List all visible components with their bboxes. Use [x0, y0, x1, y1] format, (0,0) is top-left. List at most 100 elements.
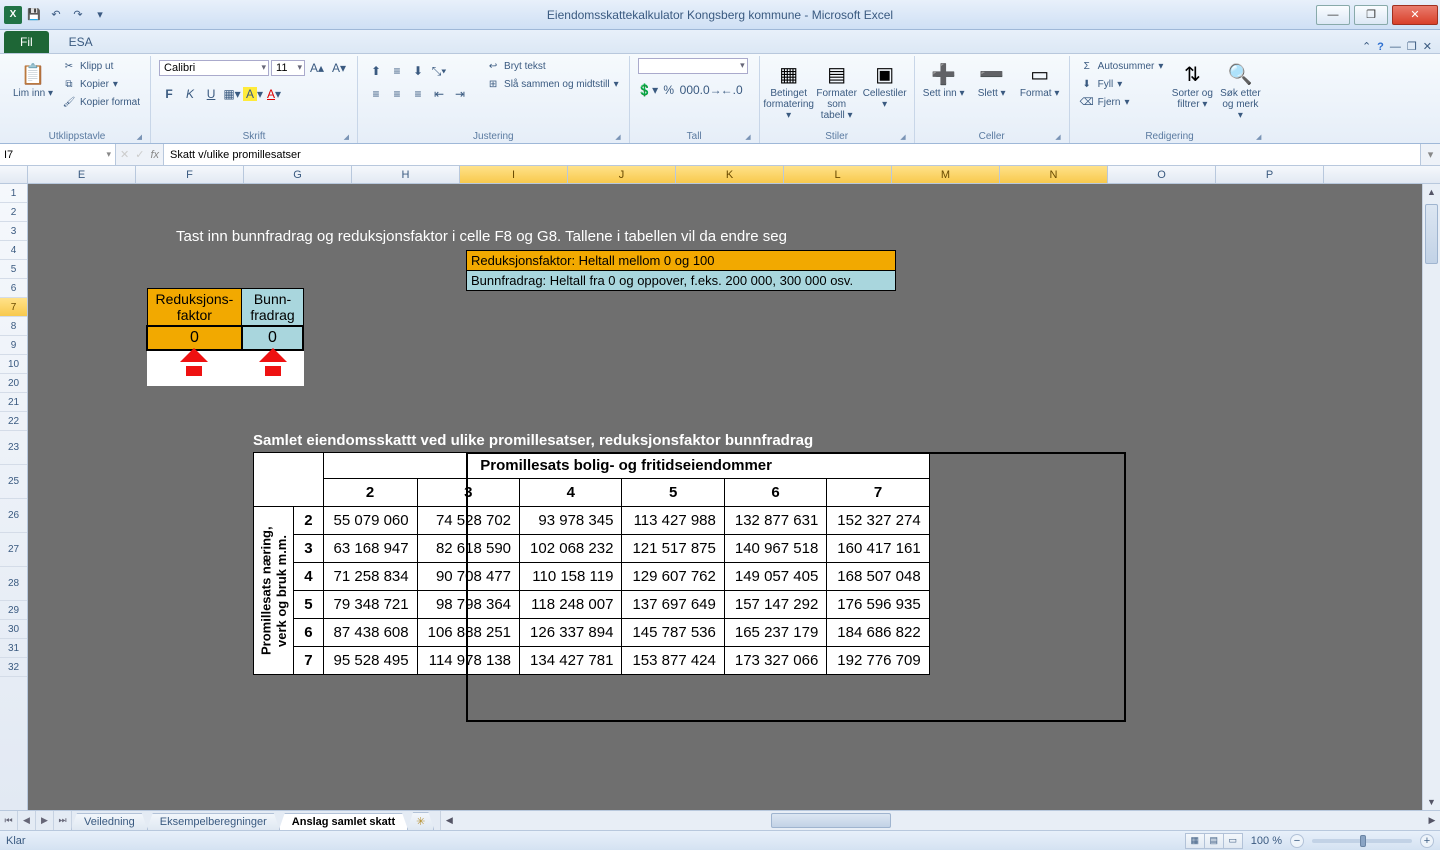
zoom-level[interactable]: 100 %: [1251, 835, 1282, 847]
tab-next-icon[interactable]: ▶: [36, 811, 54, 830]
shrink-font-button[interactable]: A▾: [329, 58, 349, 78]
paste-button[interactable]: 📋 Lim inn ▾: [12, 58, 54, 99]
font-size-combo[interactable]: 11: [271, 60, 305, 76]
scroll-thumb[interactable]: [771, 813, 891, 828]
comma-format-button[interactable]: 000: [680, 80, 700, 100]
sheet-tab-veiledning[interactable]: Veiledning: [71, 813, 148, 830]
font-color-button[interactable]: A▾: [264, 84, 284, 104]
enter-formula-icon[interactable]: ✓: [135, 148, 144, 161]
format-cells-button[interactable]: ▭Format ▾: [1019, 58, 1061, 99]
workbook-close-icon[interactable]: ✕: [1423, 40, 1432, 53]
row-header-2[interactable]: 2: [0, 203, 27, 222]
delete-cells-button[interactable]: ➖Slett ▾: [971, 58, 1013, 99]
workbook-minimize-icon[interactable]: —: [1390, 41, 1401, 53]
indent-increase-button[interactable]: ⇥: [450, 84, 470, 104]
qat-customize-icon[interactable]: ▾: [90, 5, 110, 25]
row-header-3[interactable]: 3: [0, 222, 27, 241]
row-header-6[interactable]: 6: [0, 279, 27, 298]
row-header-21[interactable]: 21: [0, 393, 27, 412]
row-header-32[interactable]: 32: [0, 658, 27, 677]
minimize-button[interactable]: —: [1316, 5, 1350, 25]
column-header-O[interactable]: O: [1108, 166, 1216, 183]
tab-esa[interactable]: ESA: [55, 31, 147, 53]
column-header-M[interactable]: M: [892, 166, 1000, 183]
vertical-scrollbar[interactable]: ▲ ▼: [1422, 184, 1440, 810]
zoom-slider[interactable]: [1312, 839, 1412, 843]
row-header-5[interactable]: 5: [0, 260, 27, 279]
new-sheet-button[interactable]: ✳: [407, 812, 434, 830]
orientation-button[interactable]: ⤡▾: [429, 61, 449, 81]
workbook-restore-icon[interactable]: ❐: [1407, 40, 1417, 53]
tab-first-icon[interactable]: ⏮: [0, 811, 18, 830]
column-header-G[interactable]: G: [244, 166, 352, 183]
merge-center-button[interactable]: ⊞Slå sammen og midtstill ▾: [484, 76, 621, 92]
ribbon-minimize-icon[interactable]: ⌃: [1362, 40, 1371, 53]
column-header-L[interactable]: L: [784, 166, 892, 183]
qat-redo-icon[interactable]: ↷: [68, 5, 88, 25]
row-header-22[interactable]: 22: [0, 412, 27, 431]
row-header-27[interactable]: 27: [0, 533, 27, 567]
tab-last-icon[interactable]: ⏭: [54, 811, 72, 830]
row-header-4[interactable]: 4: [0, 241, 27, 260]
page-layout-view-button[interactable]: ▤: [1204, 833, 1224, 849]
align-right-button[interactable]: ≡: [408, 84, 428, 104]
zoom-in-button[interactable]: +: [1420, 834, 1434, 848]
border-button[interactable]: ▦▾: [222, 84, 242, 104]
page-break-view-button[interactable]: ▭: [1223, 833, 1243, 849]
indent-decrease-button[interactable]: ⇤: [429, 84, 449, 104]
column-header-K[interactable]: K: [676, 166, 784, 183]
column-header-J[interactable]: J: [568, 166, 676, 183]
fx-icon[interactable]: fx: [150, 149, 159, 161]
horizontal-scrollbar[interactable]: ◀ ▶: [440, 811, 1440, 830]
find-select-button[interactable]: 🔍Søk etter og merk ▾: [1219, 58, 1261, 121]
accounting-format-button[interactable]: 💲▾: [638, 80, 658, 100]
align-bottom-button[interactable]: ⬇: [408, 61, 428, 81]
sheet-canvas[interactable]: Tast inn bunnfradrag og reduksjonsfaktor…: [28, 184, 1422, 810]
normal-view-button[interactable]: ▦: [1185, 833, 1205, 849]
cell-f8-reduksjonsfaktor[interactable]: 0: [147, 326, 242, 350]
percent-format-button[interactable]: %: [659, 80, 679, 100]
scroll-left-icon[interactable]: ◀: [441, 811, 457, 830]
italic-button[interactable]: K: [180, 84, 200, 104]
align-middle-button[interactable]: ≡: [387, 61, 407, 81]
qat-save-icon[interactable]: 💾: [24, 5, 44, 25]
row-header-23[interactable]: 23: [0, 431, 27, 465]
row-header-7[interactable]: 7: [0, 298, 27, 317]
column-header-E[interactable]: E: [28, 166, 136, 183]
column-header-F[interactable]: F: [136, 166, 244, 183]
help-icon[interactable]: ?: [1377, 41, 1384, 53]
grow-font-button[interactable]: A▴: [307, 58, 327, 78]
row-header-9[interactable]: 9: [0, 336, 27, 355]
column-header-P[interactable]: P: [1216, 166, 1324, 183]
scroll-down-icon[interactable]: ▼: [1423, 794, 1440, 810]
row-header-26[interactable]: 26: [0, 499, 27, 533]
font-name-combo[interactable]: Calibri: [159, 60, 269, 76]
row-header-25[interactable]: 25: [0, 465, 27, 499]
sheet-tab-anslag-samlet-skatt[interactable]: Anslag samlet skatt: [279, 813, 408, 830]
insert-cells-button[interactable]: ➕Sett inn ▾: [923, 58, 965, 99]
scroll-right-icon[interactable]: ▶: [1424, 811, 1440, 830]
format-painter-button[interactable]: 🖌Kopier format: [60, 94, 142, 110]
formula-input[interactable]: Skatt v/ulike promillesatser: [164, 144, 1420, 165]
scroll-thumb[interactable]: [1425, 204, 1438, 264]
copy-button[interactable]: ⧉Kopier ▾: [60, 76, 142, 92]
row-header-1[interactable]: 1: [0, 184, 27, 203]
expand-formula-bar-icon[interactable]: ▾: [1420, 144, 1440, 165]
row-header-20[interactable]: 20: [0, 374, 27, 393]
format-as-table-button[interactable]: ▤Formater som tabell ▾: [816, 58, 858, 121]
row-header-8[interactable]: 8: [0, 317, 27, 336]
tab-file[interactable]: Fil: [4, 31, 49, 53]
conditional-formatting-button[interactable]: ▦Betinget formatering ▾: [768, 58, 810, 121]
fill-color-button[interactable]: A▾: [243, 84, 263, 104]
increase-decimal-button[interactable]: .0→: [701, 80, 721, 100]
sort-filter-button[interactable]: ⇅Sorter og filtrer ▾: [1171, 58, 1213, 110]
fill-button[interactable]: ⬇Fyll ▾: [1078, 76, 1166, 92]
align-left-button[interactable]: ≡: [366, 84, 386, 104]
row-header-29[interactable]: 29: [0, 601, 27, 620]
zoom-out-button[interactable]: −: [1290, 834, 1304, 848]
underline-button[interactable]: U: [201, 84, 221, 104]
name-box[interactable]: I7: [0, 144, 116, 165]
column-header-H[interactable]: H: [352, 166, 460, 183]
autosum-button[interactable]: ΣAutosummer ▾: [1078, 58, 1166, 74]
cancel-formula-icon[interactable]: ✕: [120, 148, 129, 161]
